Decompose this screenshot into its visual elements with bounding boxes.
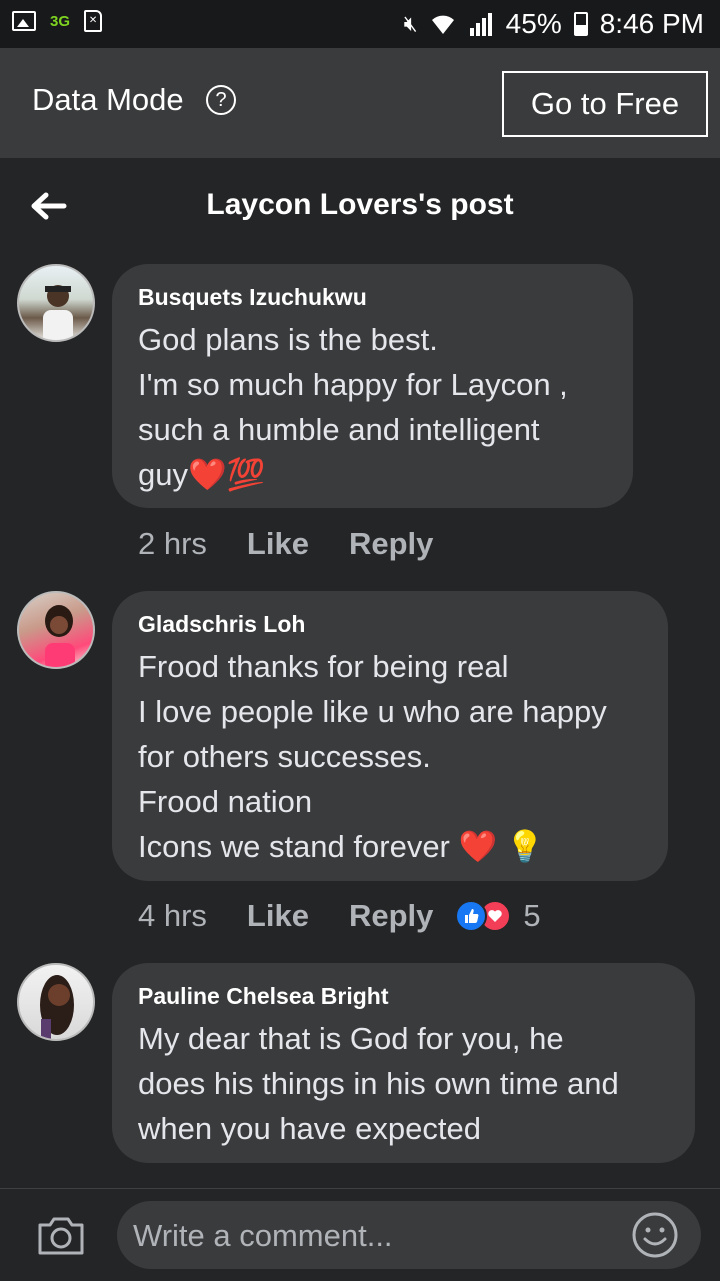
avatar[interactable] <box>17 963 95 1041</box>
comment-line: My dear that is God for you, he <box>138 1021 564 1056</box>
comment-line: guy❤️💯 <box>138 457 266 492</box>
profile-photo <box>43 285 73 340</box>
help-icon[interactable]: ? <box>206 85 236 115</box>
comment-line: I love people like u who are happy <box>138 694 607 729</box>
comment-input[interactable] <box>131 1201 615 1271</box>
gallery-notification-icon <box>12 11 36 31</box>
comment-input-wrapper <box>117 1201 701 1271</box>
comment-line: Icons we stand forever ❤️ 💡 <box>138 829 545 864</box>
comment-author[interactable]: Gladschris Loh <box>138 611 642 638</box>
comment-line: I'm so much happy for Laycon , <box>138 367 568 402</box>
comment-line: when you have expected <box>138 1111 481 1146</box>
post-header: Laycon Lovers's post <box>0 158 720 258</box>
data-mode-bar: Data Mode ? Go to Free <box>0 48 720 158</box>
network-type: 3G <box>50 12 71 30</box>
profile-photo <box>45 605 75 667</box>
comment-author[interactable]: Pauline Chelsea Bright <box>138 983 669 1010</box>
battery-icon <box>573 12 588 36</box>
comment-bubble[interactable]: Busquets Izuchukwu God plans is the best… <box>112 264 633 508</box>
comment-time: 4 hrs <box>138 898 207 933</box>
comment-composer <box>0 1188 720 1281</box>
comment-text: My dear that is God for you, he does his… <box>138 1016 669 1151</box>
comment-text: God plans is the best. I'm so much happy… <box>138 317 607 497</box>
like-button[interactable]: Like <box>247 526 309 562</box>
reply-button[interactable]: Reply <box>349 898 433 934</box>
avatar[interactable] <box>17 264 95 342</box>
comment-line: Frood thanks for being real <box>138 649 509 684</box>
no-sim-icon: ✕ <box>84 10 103 32</box>
signal-icon <box>469 13 492 36</box>
page-title: Laycon Lovers's post <box>206 188 514 221</box>
wifi-icon <box>431 15 454 34</box>
mute-icon: 🔇︎ <box>403 11 418 36</box>
comment-bubble[interactable]: Gladschris Loh Frood thanks for being re… <box>112 591 668 881</box>
comment-actions: 2 hrs Like Reply <box>138 526 473 562</box>
emoji-icon[interactable] <box>631 1211 679 1259</box>
reaction-count: 5 <box>523 898 541 933</box>
comment-line: God plans is the best. <box>138 322 438 357</box>
go-to-free-button[interactable]: Go to Free <box>502 71 708 137</box>
comment-text: Frood thanks for being real I love peopl… <box>138 644 642 869</box>
comment-line: such a humble and intelligent <box>138 412 540 447</box>
reaction-summary[interactable]: 5 <box>455 898 541 934</box>
comment-line: for others successes. <box>138 739 431 774</box>
comment-bubble[interactable]: Pauline Chelsea Bright My dear that is G… <box>112 963 695 1163</box>
camera-icon[interactable] <box>36 1213 86 1257</box>
comment-line: Frood nation <box>138 784 313 819</box>
battery-percent: 45% <box>505 8 562 39</box>
comment-time: 2 hrs <box>138 526 207 561</box>
data-mode-label: Data Mode <box>32 82 184 117</box>
clock: 8:46 PM <box>599 8 704 39</box>
comment-author[interactable]: Busquets Izuchukwu <box>138 284 607 311</box>
like-button[interactable]: Like <box>247 898 309 934</box>
status-bar: 3G ✕ 🔇︎ 45% 8:46 PM <box>0 0 720 48</box>
reply-button[interactable]: Reply <box>349 526 433 562</box>
comment-actions: 4 hrs Like Reply 5 <box>138 898 541 934</box>
profile-photo <box>40 975 74 1039</box>
avatar[interactable] <box>17 591 95 669</box>
comment-line: does his things in his own time and <box>138 1066 619 1101</box>
